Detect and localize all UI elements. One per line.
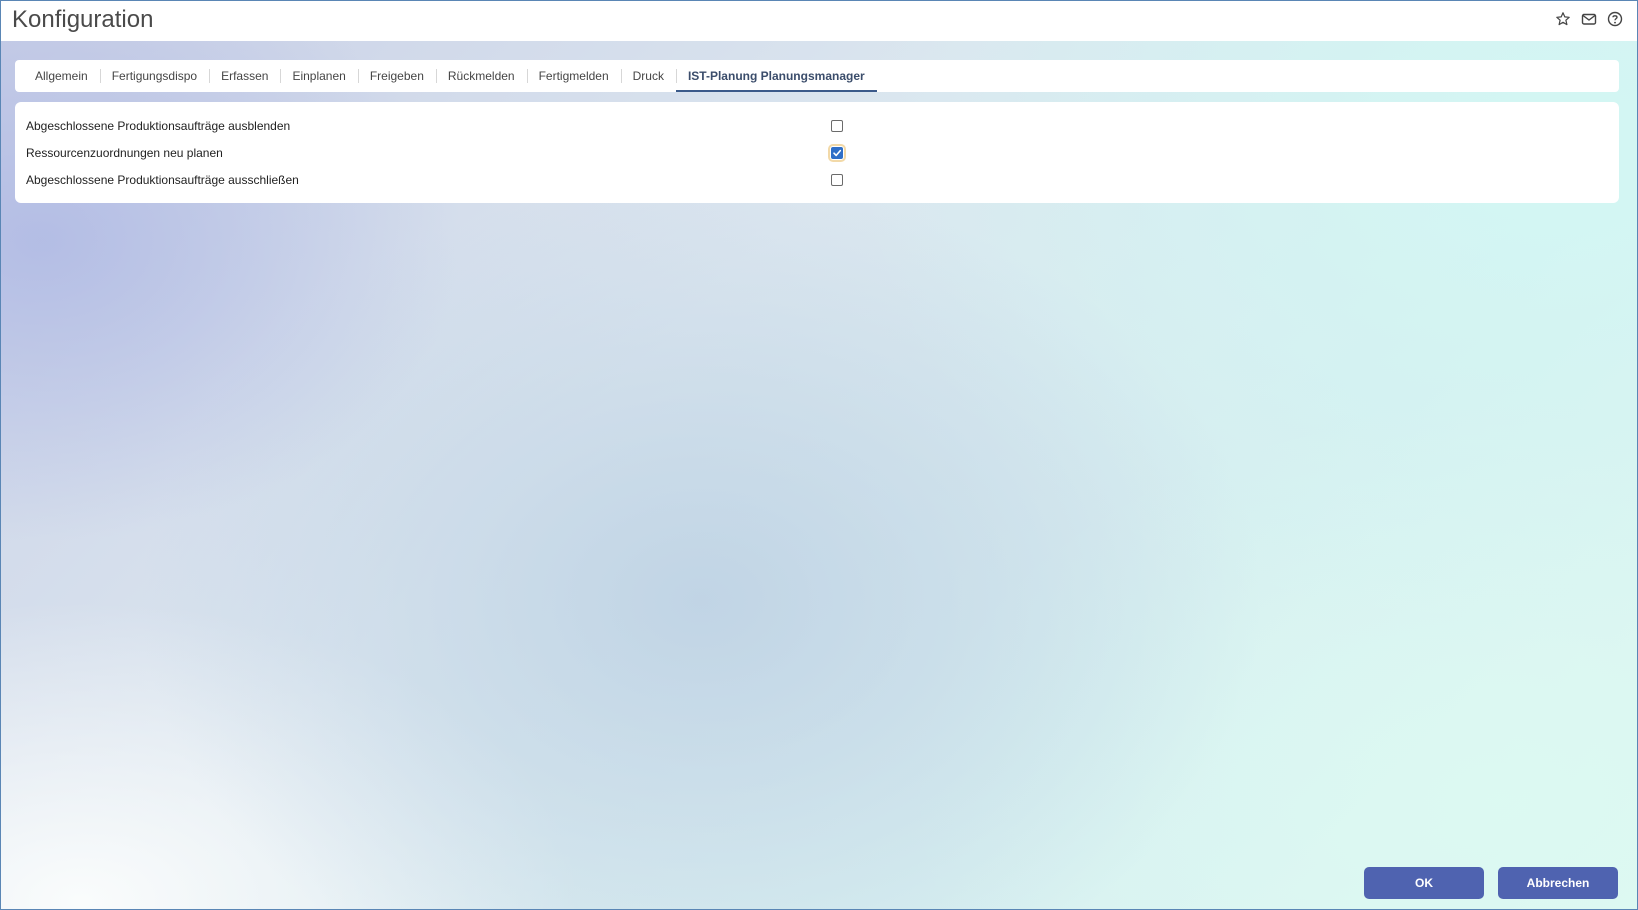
- ok-button[interactable]: OK: [1364, 867, 1484, 899]
- settings-panel: Abgeschlossene Produktionsaufträge ausbl…: [15, 102, 1619, 203]
- tab-rueckmelden[interactable]: Rückmelden: [435, 60, 527, 92]
- setting-label: Ressourcenzuordnungen neu planen: [26, 145, 223, 160]
- replan-resource-assignments-checkbox[interactable]: [828, 143, 846, 162]
- title-icons: [1555, 11, 1623, 27]
- tab-freigeben[interactable]: Freigeben: [357, 60, 436, 92]
- tab-fertigungsdispo[interactable]: Fertigungsdispo: [99, 60, 209, 92]
- tab-druck[interactable]: Druck: [620, 60, 676, 92]
- star-icon[interactable]: [1555, 11, 1571, 27]
- tab-einplanen[interactable]: Einplanen: [280, 60, 357, 92]
- tab-erfassen[interactable]: Erfassen: [209, 60, 280, 92]
- checkmark-icon: [833, 149, 842, 156]
- tab-ist-planung-planungsmanager[interactable]: IST-Planung Planungsmanager: [675, 60, 877, 92]
- help-icon[interactable]: [1607, 11, 1623, 27]
- exclude-completed-orders-checkbox[interactable]: [831, 173, 843, 186]
- setting-row-hide-completed: Abgeschlossene Produktionsaufträge ausbl…: [26, 112, 1606, 139]
- title-bar: Konfiguration: [1, 1, 1637, 41]
- mail-icon[interactable]: [1581, 11, 1597, 27]
- setting-label: Abgeschlossene Produktionsaufträge aussc…: [26, 172, 299, 187]
- setting-row-replan-resources: Ressourcenzuordnungen neu planen: [26, 139, 1606, 166]
- tab-bar: Allgemein Fertigungsdispo Erfassen Einpl…: [15, 60, 1619, 92]
- tab-allgemein[interactable]: Allgemein: [23, 60, 100, 92]
- tab-fertigmelden[interactable]: Fertigmelden: [526, 60, 621, 92]
- setting-row-exclude-completed: Abgeschlossene Produktionsaufträge aussc…: [26, 166, 1606, 193]
- page-title: Konfiguration: [12, 6, 154, 33]
- cancel-button[interactable]: Abbrechen: [1498, 867, 1618, 899]
- configuration-window: Konfiguration Allgemein Fertigungsdispo …: [0, 0, 1638, 910]
- setting-label: Abgeschlossene Produktionsaufträge ausbl…: [26, 118, 291, 133]
- hide-completed-orders-checkbox[interactable]: [831, 119, 843, 132]
